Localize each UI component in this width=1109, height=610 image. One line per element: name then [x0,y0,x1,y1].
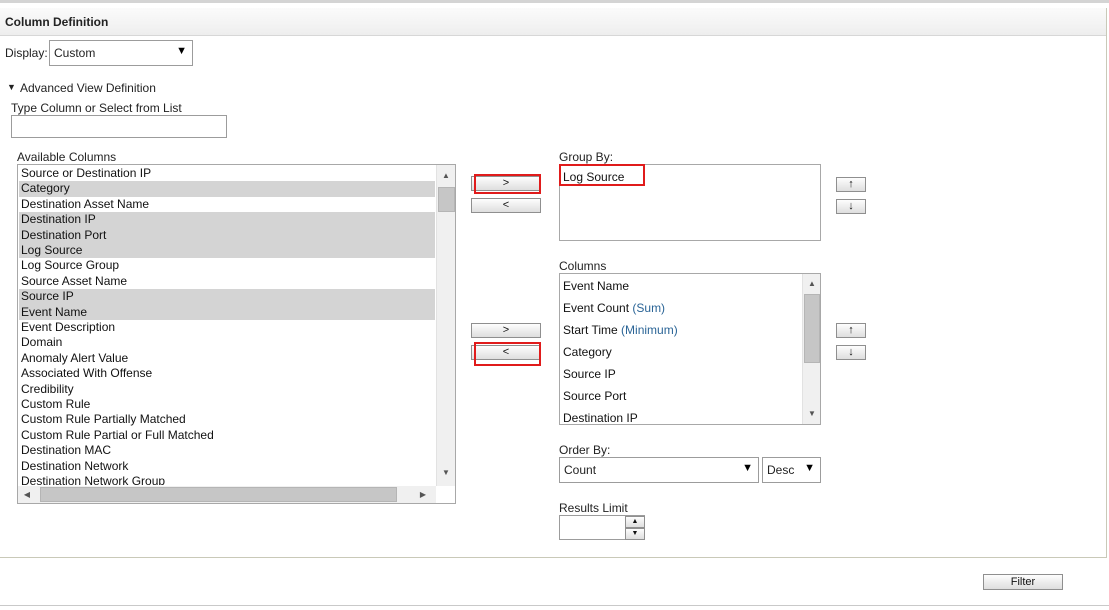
available-column-item[interactable]: Destination Network [21,459,128,474]
columns-move-up-button[interactable]: ↑ [836,323,866,338]
available-column-item[interactable]: Source or Destination IP [21,166,151,181]
available-column-item[interactable]: Custom Rule Partially Matched [21,412,186,427]
arrow-down-icon: ↓ [848,200,854,212]
column-item[interactable]: Start Time (Minimum) [563,323,678,337]
available-column-item[interactable]: Log Source [21,243,82,258]
columns-move-down-button[interactable]: ↓ [836,345,866,360]
horizontal-scrollbar[interactable]: ◀ ▶ [18,486,436,503]
group-by-label: Group By: [559,150,614,164]
dropdown-arrow-icon: ▼ [742,462,753,474]
scroll-right-icon[interactable]: ▶ [418,489,428,501]
panel-title: Column Definition [5,15,109,29]
available-column-item[interactable]: Event Description [21,320,115,335]
panel-header [0,8,1106,36]
add-to-group-by-button[interactable]: > [471,176,541,191]
available-columns-label: Available Columns [17,150,117,164]
column-item[interactable]: Source Port [563,389,626,403]
available-column-item[interactable]: Credibility [21,382,74,397]
type-column-input[interactable] [11,115,227,138]
group-by-move-down-button[interactable]: ↓ [836,199,866,214]
order-by-direction-select[interactable]: Desc ▼ [762,457,821,483]
bottom-border [0,605,1109,606]
columns-list[interactable]: Event Name Event Count (Sum) Start Time (M… [559,273,821,425]
results-limit-label: Results Limit [559,501,628,515]
results-limit-input[interactable] [561,517,623,537]
available-column-item[interactable]: Destination Port [21,228,106,243]
order-by-label: Order By: [559,443,611,457]
scroll-left-icon[interactable]: ◀ [22,489,32,501]
column-item[interactable]: Source IP [563,367,616,381]
decrement-icon[interactable]: ▼ [625,528,645,540]
available-column-item[interactable]: Domain [21,335,62,350]
available-column-item[interactable]: Destination MAC [21,443,111,458]
column-item[interactable]: Category [563,345,612,359]
available-column-item[interactable]: Source Asset Name [21,274,127,289]
column-item[interactable]: Destination IP [563,411,638,424]
order-by-direction-value: Desc [767,463,795,477]
column-item-label: Source IP [563,367,616,381]
columns-vertical-scrollbar[interactable]: ▲ ▼ [802,274,820,424]
scroll-down-icon[interactable]: ▼ [807,408,817,420]
available-column-item[interactable]: Associated With Offense [21,366,152,381]
available-column-item[interactable]: Anomaly Alert Value [21,351,128,366]
selected-row-highlight [19,289,435,305]
scroll-down-icon[interactable]: ▼ [441,467,451,479]
available-column-item[interactable]: Log Source Group [21,258,119,273]
column-item-label: Start Time [563,323,618,337]
scroll-up-icon[interactable]: ▲ [807,278,817,290]
dropdown-arrow-icon: ▼ [804,462,815,474]
group-by-move-up-button[interactable]: ↑ [836,177,866,192]
type-column-label: Type Column or Select from List [11,101,182,115]
available-column-item[interactable]: Custom Rule [21,397,90,412]
column-aggregate: (Minimum) [621,323,678,337]
filter-button[interactable]: Filter [983,574,1063,590]
columns-label: Columns [559,259,607,273]
arrow-up-icon: ↑ [848,178,854,190]
remove-from-columns-button[interactable]: < [471,345,541,360]
display-select[interactable]: Custom ▼ [49,40,193,66]
hscroll-thumb[interactable] [40,487,397,502]
available-column-item[interactable]: Custom Rule Partial or Full Matched [21,428,214,443]
available-column-item[interactable]: Source IP [21,289,74,304]
scroll-up-icon[interactable]: ▲ [441,170,451,182]
triangle-down-icon[interactable]: ▼ [7,82,16,92]
available-column-item[interactable]: Destination Network Group [21,474,165,485]
arrow-up-icon: ↑ [848,324,854,336]
results-limit-stepper[interactable]: ▲ ▼ [559,515,645,540]
order-by-field-select[interactable]: Count ▼ [559,457,759,483]
column-item-label: Event Count [563,301,630,315]
available-column-item[interactable]: Destination Asset Name [21,197,149,212]
scroll-thumb[interactable] [438,187,455,212]
remove-from-group-by-button[interactable]: < [471,198,541,213]
group-by-item[interactable]: Log Source [563,170,624,184]
available-column-item[interactable]: Destination IP [21,212,96,227]
available-column-item[interactable]: Category [21,181,70,196]
display-value: Custom [54,46,96,60]
vertical-scrollbar[interactable]: ▲ ▼ [436,165,455,486]
display-label: Display: [5,46,48,60]
arrow-down-icon: ↓ [848,346,854,358]
column-item[interactable]: Event Count (Sum) [563,301,665,315]
dropdown-arrow-icon: ▼ [176,45,187,57]
column-item-label: Event Name [563,279,630,293]
selected-row-highlight [19,181,435,197]
scroll-thumb[interactable] [804,294,820,363]
advanced-view-toggle[interactable]: Advanced View Definition [20,81,156,95]
column-item-label: Source Port [563,389,627,403]
column-item[interactable]: Event Name [563,279,629,293]
column-item-label: Category [563,345,612,359]
group-by-list[interactable]: Log Source [559,164,821,241]
top-border [0,0,1109,3]
column-item-label: Destination IP [563,411,638,424]
increment-icon[interactable]: ▲ [625,516,645,528]
available-columns-list[interactable]: Source or Destination IP Category Destinat… [17,164,456,504]
column-aggregate: (Sum) [632,301,666,315]
order-by-field-value: Count [564,463,597,477]
available-column-item[interactable]: Event Name [21,305,87,320]
add-to-columns-button[interactable]: > [471,323,541,338]
